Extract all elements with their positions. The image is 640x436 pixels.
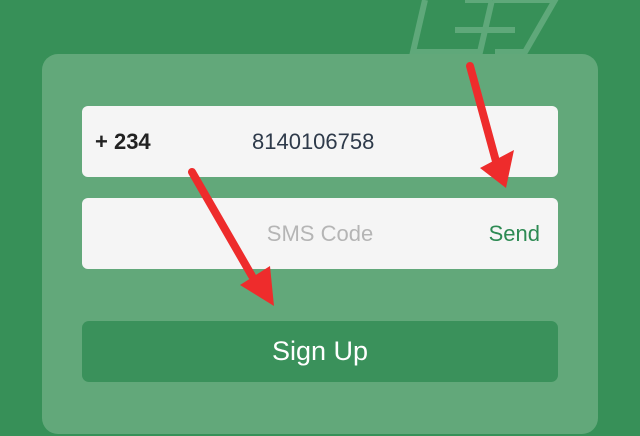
phone-field[interactable]: + 234 8140106758 [82,106,558,177]
sign-up-button[interactable]: Sign Up [82,321,558,382]
send-code-button[interactable]: Send [489,198,540,269]
country-code-selector[interactable]: + 234 [95,106,151,177]
app-logo-icon [409,0,559,55]
sms-code-input[interactable] [82,198,558,269]
phone-number-input[interactable]: 8140106758 [252,106,374,177]
sms-code-field[interactable]: Send [82,198,558,269]
